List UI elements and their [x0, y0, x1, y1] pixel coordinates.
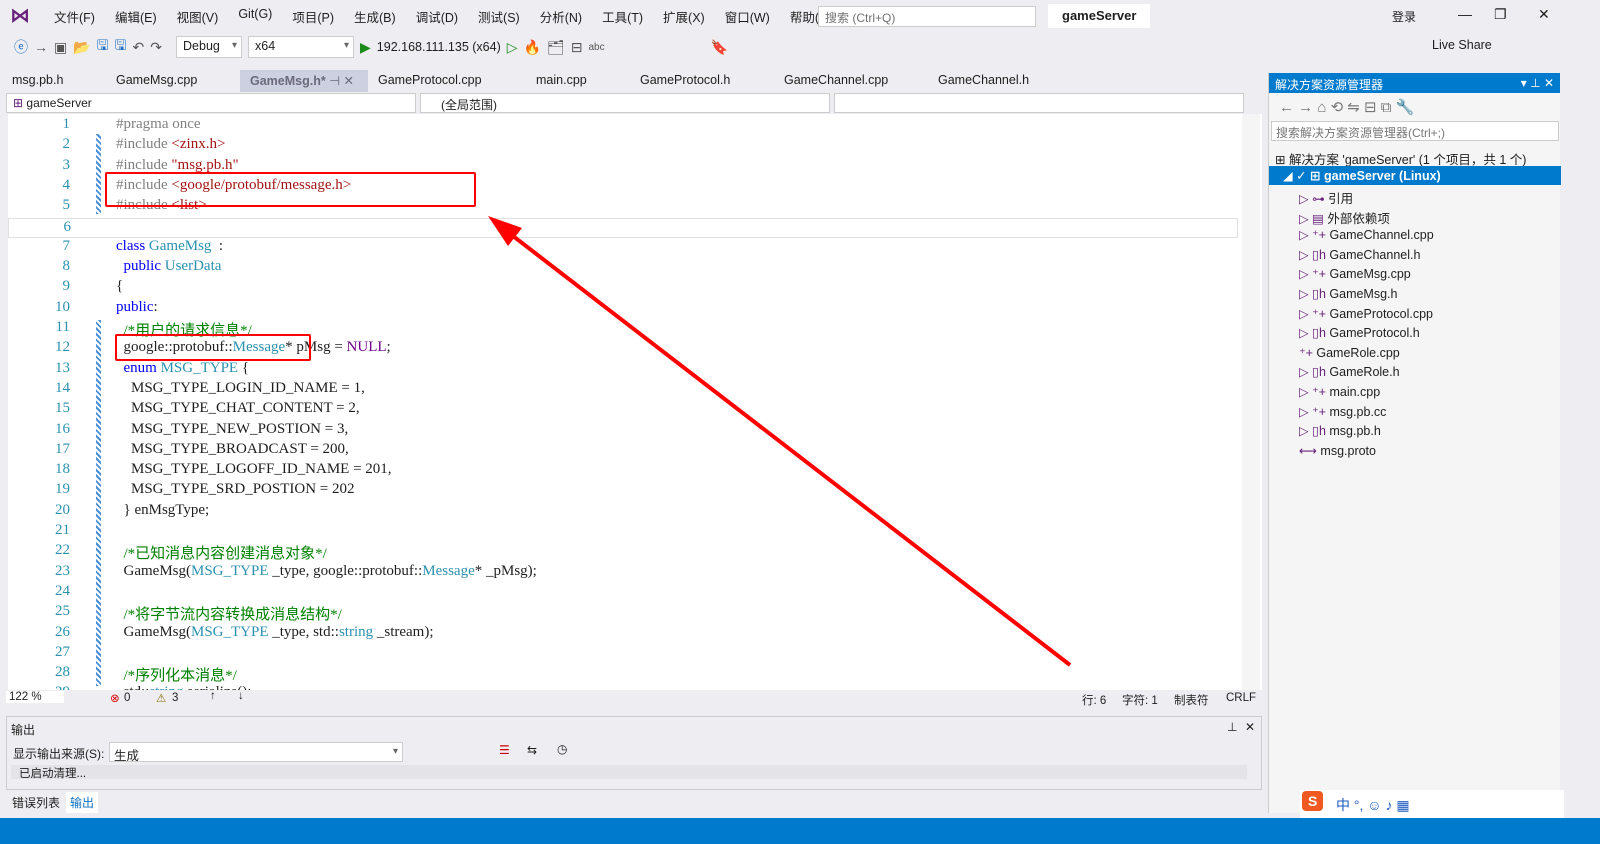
warning-count[interactable]: 3	[172, 692, 178, 704]
word-wrap-icon[interactable]: ⇆	[527, 743, 537, 757]
solution-item[interactable]: ▷ ▯h GameChannel.h	[1269, 245, 1561, 264]
tabs-indicator[interactable]: 制表符	[1174, 692, 1209, 708]
solution-item[interactable]: ▷ ▤ 外部依赖项	[1269, 206, 1561, 226]
file-icon: ▷ ▯h	[1299, 424, 1330, 439]
status-bar	[0, 818, 1600, 844]
error-icon[interactable]: ⊗	[110, 691, 120, 705]
solution-search-input[interactable]: 搜索解决方案资源管理器(Ctrl+;)	[1271, 121, 1559, 141]
close-panel-icon[interactable]: ✕	[1245, 720, 1255, 734]
down-arrow-icon[interactable]: ↓	[238, 690, 244, 702]
file-icon: ▷ ⁺+	[1299, 404, 1330, 419]
clear-all-icon[interactable]: ☰	[499, 743, 510, 757]
file-icon: ▷ ▤	[1299, 211, 1328, 226]
file-icon: ▷ ⁺+	[1299, 228, 1330, 243]
char-indicator[interactable]: 字符: 1	[1122, 692, 1158, 708]
solution-explorer: 解决方案资源管理器 ▾ ⊥ ✕ ← → ⌂ ⟲ ⇋ ⊟ ⧉ 🔧 搜索解决方案资源管…	[1268, 73, 1561, 813]
warning-icon[interactable]: ⚠	[156, 691, 166, 705]
sogou-logo-icon: S	[1302, 791, 1324, 811]
error-count[interactable]: 0	[124, 692, 130, 704]
solution-item[interactable]: ▷ ⊶ 引用	[1269, 186, 1561, 206]
tab-output[interactable]: 输出	[66, 792, 99, 813]
file-icon: ▷ ⁺+	[1299, 385, 1330, 399]
file-icon: ▷ ▯h	[1299, 365, 1330, 380]
solution-root[interactable]: ⊞ 解决方案 'gameServer' (1 个项目，共 1 个)	[1269, 147, 1561, 167]
file-icon: ⟷	[1299, 443, 1321, 458]
output-panel: 输出 ⊥ ✕ 显示输出来源(S): 生成 ☰ ⇆ ◷ 已启动清理...	[6, 716, 1262, 790]
eol-indicator[interactable]: CRLF	[1226, 692, 1256, 704]
file-icon: ▷ ⁺+	[1299, 306, 1330, 321]
solution-explorer-header: 解决方案资源管理器 ▾ ⊥ ✕	[1269, 73, 1560, 93]
solution-item[interactable]: ▷ ▯h GameProtocol.h	[1269, 323, 1561, 342]
solution-icon: ⊞	[1275, 153, 1289, 167]
solution-item[interactable]: ▷ ⁺+ GameChannel.cpp	[1269, 225, 1561, 244]
ime-toolbar: S 中 °, ☺ ♪ ▦	[1300, 790, 1564, 818]
solution-item[interactable]: ▷ ▯h msg.pb.h	[1269, 421, 1561, 440]
clock-icon[interactable]: ◷	[557, 742, 567, 756]
output-text: 已启动清理...	[11, 765, 1247, 780]
pin-icon[interactable]: ⊥	[1227, 720, 1237, 734]
file-icon: ▷ ▯h	[1299, 326, 1330, 341]
solution-item[interactable]: ▷ ⁺+ GameProtocol.cpp	[1269, 304, 1561, 323]
solution-toolbar: ← → ⌂ ⟲ ⇋ ⊟ ⧉ 🔧	[1279, 99, 1415, 116]
solution-item[interactable]: ▷ ⁺+ GameMsg.cpp	[1269, 264, 1561, 283]
file-icon: ▷ ▯h	[1299, 287, 1330, 301]
solution-item[interactable]: ▷ ▯h GameRole.h	[1269, 362, 1561, 381]
ime-status-icons[interactable]: 中 °, ☺ ♪ ▦	[1336, 795, 1410, 815]
up-arrow-icon[interactable]: ↑	[210, 690, 216, 702]
solution-item[interactable]: ⁺+ GameRole.cpp	[1269, 343, 1561, 362]
solution-item[interactable]: ▷ ⁺+ main.cpp	[1269, 382, 1561, 401]
output-title: 输出	[11, 723, 36, 737]
solution-item[interactable]: ⟷ msg.proto	[1269, 441, 1561, 460]
file-icon: ▷ ⁺+	[1299, 267, 1330, 282]
line-indicator[interactable]: 行: 6	[1082, 692, 1106, 708]
project-node[interactable]: ◢ ✓ ⊞ gameServer (Linux)	[1269, 166, 1561, 185]
solution-item[interactable]: ▷ ⁺+ msg.pb.cc	[1269, 402, 1561, 421]
file-icon: ▷ ⊶	[1299, 192, 1329, 206]
output-source-select[interactable]: 生成	[109, 742, 403, 763]
tab-error-list[interactable]: 错误列表	[12, 794, 60, 811]
zoom-select[interactable]: 122 %	[6, 691, 64, 703]
file-icon: ▷ ▯h	[1299, 247, 1330, 262]
solution-item[interactable]: ▷ ▯h GameMsg.h	[1269, 284, 1561, 303]
close-icon[interactable]: ▾ ⊥ ✕	[1521, 76, 1554, 90]
output-source-label: 显示输出来源(S):	[13, 747, 105, 761]
file-icon: ⁺+	[1299, 345, 1317, 360]
editor-status-bar: 122 % ⊗ 0 ⚠ 3 ↑ ↓ 行: 6 字符: 1 制表符 CRLF	[0, 690, 1262, 708]
